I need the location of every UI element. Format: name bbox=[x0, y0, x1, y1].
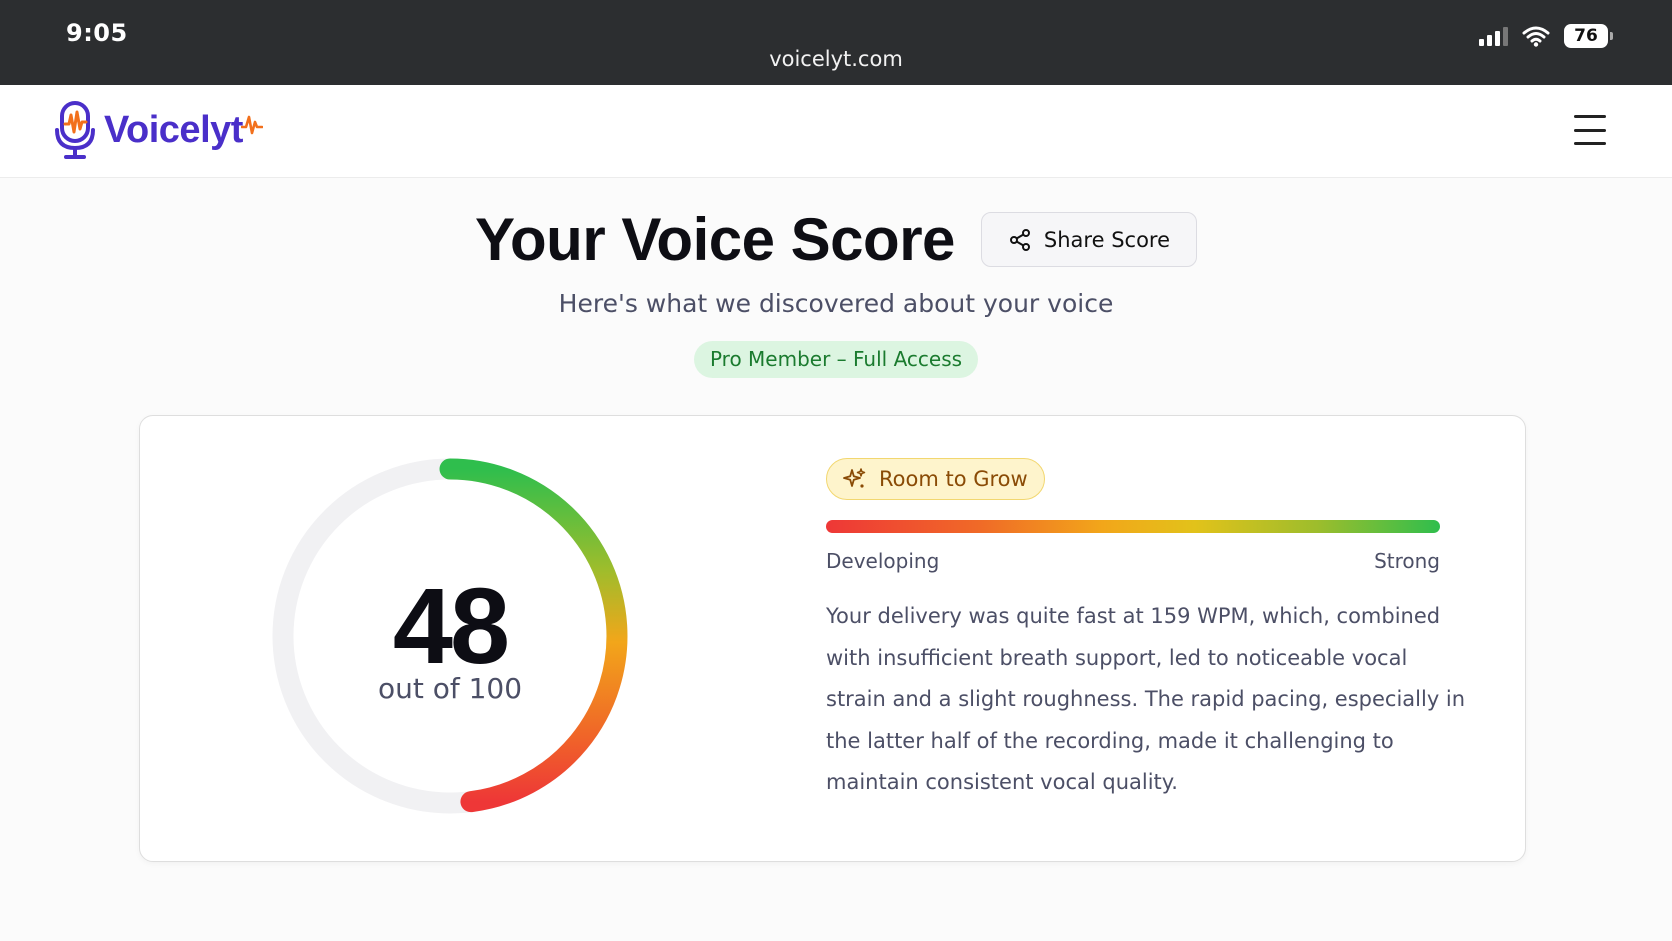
status-time: 9:05 bbox=[66, 19, 128, 47]
sparkle-icon bbox=[843, 468, 866, 488]
share-icon bbox=[1009, 228, 1030, 251]
range-low-label: Developing bbox=[826, 549, 940, 573]
membership-badge: Pro Member – Full Access bbox=[693, 341, 979, 378]
share-score-label: Share Score bbox=[1043, 227, 1171, 252]
status-icons: 76 bbox=[1479, 22, 1613, 50]
logo-text: Voicelyt bbox=[104, 108, 243, 151]
page-title: Your Voice Score bbox=[474, 206, 955, 273]
status-bar: 9:05 voicelyt.com 76 bbox=[0, 0, 1672, 85]
battery-icon: 76 bbox=[1564, 24, 1613, 48]
score-value: 48 bbox=[392, 565, 510, 686]
score-card: 48 out of 100 Room to Grow Developing St… bbox=[139, 415, 1526, 862]
microphone-logo-icon bbox=[55, 101, 95, 159]
score-out-of: out of 100 bbox=[377, 672, 523, 705]
score-range-bar bbox=[826, 520, 1440, 533]
membership-badge-wrapper: Pro Member – Full Access bbox=[0, 341, 1672, 378]
address-bar-url[interactable]: voicelyt.com bbox=[0, 47, 1672, 71]
level-label: Room to Grow bbox=[879, 467, 1028, 491]
page-subtitle: Here's what we discovered about your voi… bbox=[558, 289, 1114, 318]
score-description: Your delivery was quite fast at 159 WPM,… bbox=[826, 604, 1466, 794]
logo[interactable]: Voicelyt bbox=[54, 100, 263, 160]
hamburger-menu-icon[interactable] bbox=[1574, 115, 1606, 145]
range-high-label: Strong bbox=[1374, 549, 1440, 573]
wifi-icon bbox=[1522, 26, 1550, 47]
soundwave-logo-icon bbox=[240, 115, 263, 135]
app-header: Voicelyt bbox=[0, 85, 1672, 178]
level-badge: Room to Grow bbox=[826, 458, 1045, 500]
cellular-signal-icon bbox=[1479, 26, 1508, 46]
title-row: Your Voice Score Share Score bbox=[0, 205, 1672, 274]
share-score-button[interactable]: Share Score bbox=[980, 212, 1198, 267]
